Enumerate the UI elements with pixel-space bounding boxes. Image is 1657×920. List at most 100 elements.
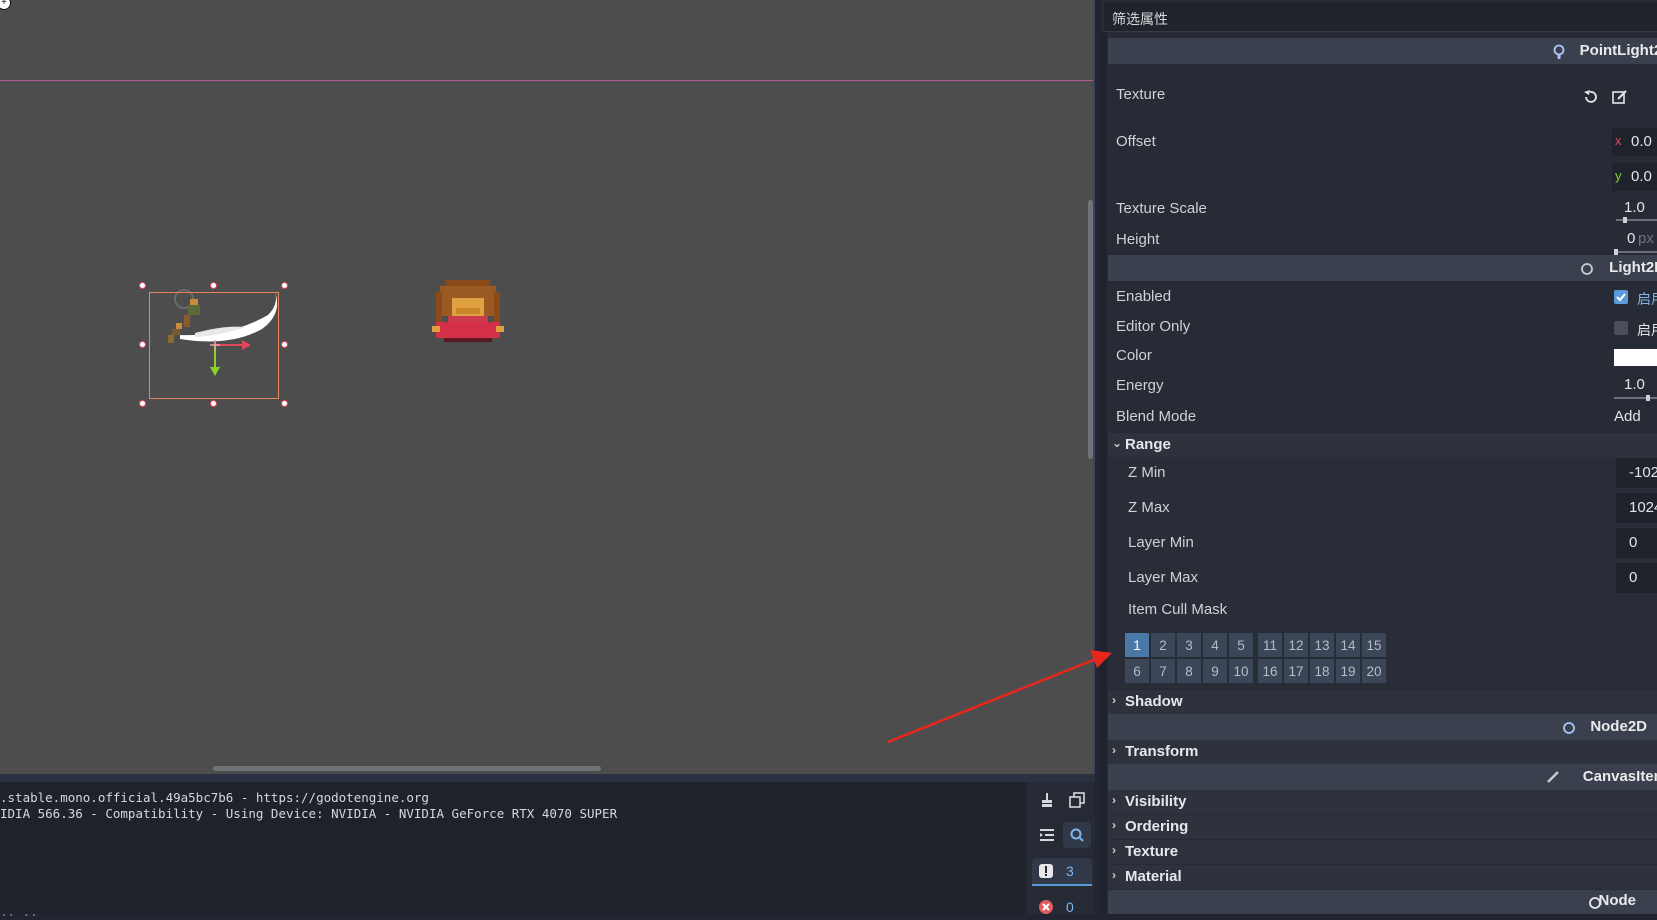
texture-scale-field[interactable]: 1.0: [1612, 196, 1657, 223]
texture-edit-icon[interactable]: [1612, 89, 1628, 105]
resize-handle[interactable]: [139, 282, 146, 289]
mask-bit-4[interactable]: 4: [1203, 633, 1227, 657]
z-max-field[interactable]: 1024: [1616, 493, 1657, 523]
shadow-section[interactable]: › Shadow: [1108, 690, 1657, 714]
enabled-checkbox[interactable]: [1614, 290, 1628, 304]
mask-bit-10[interactable]: 10: [1229, 659, 1253, 683]
mask-bit-17[interactable]: 17: [1284, 659, 1308, 683]
resize-handle[interactable]: [139, 341, 146, 348]
section-title: Range: [1125, 436, 1171, 453]
chevron-down-icon: ⌄: [1112, 436, 1123, 450]
texture-scale-label: Texture Scale: [1116, 200, 1207, 217]
clear-output-button[interactable]: [1033, 787, 1061, 813]
node2d-circle-icon: [1563, 722, 1575, 734]
filter-output-button[interactable]: [1063, 822, 1091, 848]
mask-bit-3[interactable]: 3: [1177, 633, 1201, 657]
mask-bit-8[interactable]: 8: [1177, 659, 1201, 683]
filter-properties-input[interactable]: 筛选属性: [1104, 2, 1657, 32]
mask-bit-9[interactable]: 9: [1203, 659, 1227, 683]
resize-handle[interactable]: [139, 400, 146, 407]
section-title: Visibility: [1125, 793, 1187, 810]
move-gizmo[interactable]: [200, 335, 260, 385]
layer-max-value: 0: [1629, 569, 1638, 586]
item-cull-mask-label: Item Cull Mask: [1128, 601, 1228, 618]
mask-bit-20[interactable]: 20: [1362, 659, 1386, 683]
chevron-right-icon: ›: [1112, 843, 1116, 857]
layer-max-field[interactable]: 0: [1616, 563, 1657, 593]
mask-bit-6[interactable]: 6: [1125, 659, 1149, 683]
energy-value: 1.0: [1624, 376, 1645, 393]
section-title: Texture: [1125, 843, 1179, 860]
node-header: Node: [1108, 890, 1657, 914]
chevron-right-icon: ›: [1112, 793, 1116, 807]
mask-bit-2[interactable]: 2: [1151, 633, 1175, 657]
offset-x-field[interactable]: x 0.0: [1612, 128, 1657, 156]
visibility-section[interactable]: › Visibility: [1108, 790, 1657, 814]
resize-handle[interactable]: [281, 282, 288, 289]
log-line: IDIA 566.36 - Compatibility - Using Devi…: [0, 806, 618, 821]
mask-bit-15[interactable]: 15: [1362, 633, 1386, 657]
blend-mode-dropdown[interactable]: Add: [1614, 408, 1641, 425]
mask-bit-11[interactable]: 11: [1258, 633, 1282, 657]
broom-icon: [1042, 793, 1052, 807]
viewport-horizontal-scrollbar[interactable]: [213, 766, 601, 771]
mask-bit-12[interactable]: 12: [1284, 633, 1308, 657]
inspector-scrollbar[interactable]: [1101, 32, 1107, 914]
energy-slider[interactable]: [1614, 397, 1657, 399]
mask-bit-14[interactable]: 14: [1336, 633, 1360, 657]
mask-bit-13[interactable]: 13: [1310, 633, 1334, 657]
resize-handle[interactable]: [210, 400, 217, 407]
warnings-toggle[interactable]: 3: [1032, 858, 1092, 886]
light-bulb-icon: [1553, 44, 1565, 59]
copy-output-button[interactable]: [1063, 787, 1091, 813]
material-section[interactable]: › Material: [1108, 865, 1657, 889]
chevron-right-icon: ›: [1112, 693, 1116, 707]
mask-bit-1[interactable]: 1: [1125, 633, 1149, 657]
section-title: Node2D: [1590, 718, 1647, 735]
resize-handle[interactable]: [281, 400, 288, 407]
axis-y: y: [1615, 168, 1622, 183]
mask-bit-16[interactable]: 16: [1258, 659, 1282, 683]
mask-bit-5[interactable]: 5: [1229, 633, 1253, 657]
check-icon: [1616, 293, 1626, 302]
ordering-section[interactable]: › Ordering: [1108, 815, 1657, 839]
add-icon[interactable]: +: [0, 0, 11, 10]
copy-icon: [1069, 792, 1085, 808]
z-max-label: Z Max: [1128, 499, 1170, 516]
errors-toggle[interactable]: 0: [1032, 894, 1092, 920]
mask-bit-7[interactable]: 7: [1151, 659, 1175, 683]
color-swatch[interactable]: [1614, 349, 1657, 366]
mask-bit-18[interactable]: 18: [1310, 659, 1334, 683]
layer-max-label: Layer Max: [1128, 569, 1199, 586]
transform-section[interactable]: › Transform: [1108, 740, 1657, 764]
layer-min-field[interactable]: 0: [1616, 528, 1657, 558]
resize-handle[interactable]: [210, 282, 217, 289]
z-min-field[interactable]: -1024: [1616, 458, 1657, 488]
texture-scale-value: 1.0: [1624, 199, 1645, 216]
canvas-viewport[interactable]: +: [0, 0, 1095, 774]
slider-grabber[interactable]: [1623, 217, 1627, 223]
output-log[interactable]: .stable.mono.official.49a5bc7b6 - https:…: [0, 782, 1026, 919]
mask-bit-19[interactable]: 19: [1336, 659, 1360, 683]
height-field[interactable]: 0 px: [1612, 227, 1657, 255]
enabled-value[interactable]: 启用: [1637, 289, 1657, 309]
energy-label: Energy: [1116, 377, 1164, 394]
energy-field[interactable]: 1.0: [1612, 373, 1657, 401]
range-section[interactable]: ⌄ Range: [1108, 433, 1657, 457]
editor-only-checkbox[interactable]: [1614, 321, 1628, 335]
editor-only-value[interactable]: 启用: [1637, 320, 1657, 340]
resize-handle[interactable]: [281, 341, 288, 348]
offset-y-field[interactable]: y 0.0: [1612, 163, 1657, 191]
collapse-button[interactable]: [1033, 822, 1061, 848]
revert-icon[interactable]: [1582, 89, 1598, 105]
height-slider[interactable]: [1614, 251, 1657, 253]
panel-divider[interactable]: [0, 774, 1095, 782]
axis-x: x: [1615, 133, 1622, 148]
height-label: Height: [1116, 231, 1160, 248]
texture-section[interactable]: › Texture: [1108, 840, 1657, 864]
viewport-guide-line: [0, 80, 1095, 81]
pencil-icon: [1547, 771, 1559, 783]
slider-grabber[interactable]: [1646, 395, 1650, 401]
character-sprite[interactable]: [426, 276, 516, 346]
editor-only-label: Editor Only: [1116, 318, 1191, 335]
